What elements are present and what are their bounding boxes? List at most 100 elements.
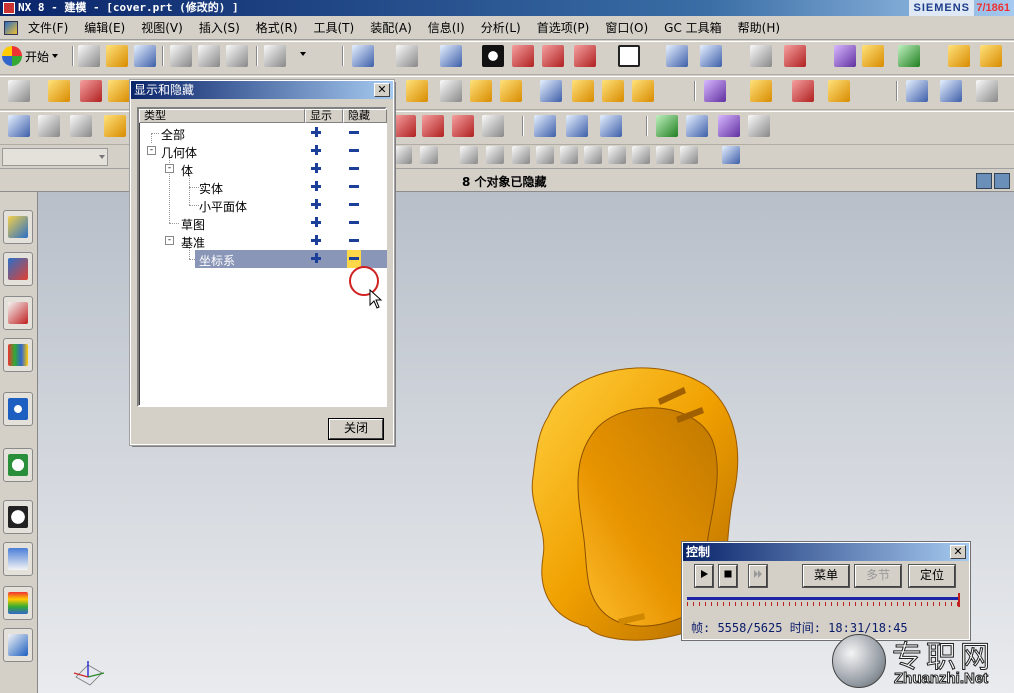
web-browser-tab[interactable] — [3, 392, 33, 426]
part-navigator-icon[interactable] — [482, 115, 504, 137]
clock-tab[interactable] — [3, 500, 33, 534]
tree-row-solid-body[interactable]: 实体 — [139, 178, 387, 196]
copy-icon[interactable] — [198, 45, 220, 67]
analysis-icon[interactable] — [862, 45, 884, 67]
tree-row-body[interactable]: - 体 — [139, 160, 387, 178]
filter-icon[interactable] — [394, 146, 412, 164]
sew-icon[interactable] — [602, 80, 624, 102]
fit-view-icon[interactable] — [352, 45, 374, 67]
ob-icon[interactable] — [452, 115, 474, 137]
cut-icon[interactable] — [170, 45, 192, 67]
offset-face-icon[interactable] — [540, 80, 562, 102]
hide-minus-icon[interactable] — [347, 196, 361, 214]
selection-filter-dropdown[interactable] — [2, 148, 108, 166]
playback-slider[interactable] — [687, 593, 963, 607]
play-icon[interactable] — [898, 45, 920, 67]
draft-icon[interactable] — [980, 45, 1002, 67]
point-icon[interactable] — [8, 115, 30, 137]
multi-step-button[interactable]: 多节 — [854, 564, 902, 588]
snap-endpoint-icon[interactable] — [460, 146, 478, 164]
expression-icon[interactable] — [394, 115, 416, 137]
skip-button[interactable] — [748, 564, 768, 588]
process-studio-tab[interactable] — [3, 628, 33, 662]
hide-minus-icon[interactable] — [347, 160, 361, 178]
gb-icon[interactable] — [422, 115, 444, 137]
paste-icon[interactable] — [226, 45, 248, 67]
chamfer-icon[interactable] — [440, 80, 462, 102]
undo-dropdown-icon[interactable] — [300, 52, 306, 56]
wcs-icon[interactable] — [784, 45, 806, 67]
hide-minus-icon[interactable] — [347, 250, 361, 268]
dialog-title-bar[interactable]: 显示和隐藏 — [131, 81, 393, 99]
column-type[interactable]: 类型 — [139, 109, 305, 123]
revolve-icon[interactable] — [80, 80, 102, 102]
start-button[interactable]: 开始 — [2, 45, 59, 67]
move-layer-icon[interactable] — [700, 45, 722, 67]
section-view-icon[interactable] — [512, 45, 534, 67]
menu-assembly[interactable]: 装配(A) — [362, 19, 420, 36]
tree-row-coordinate-system[interactable]: 坐标系 — [195, 250, 387, 268]
collapse-icon[interactable]: - — [147, 146, 156, 155]
snap-body-icon[interactable] — [722, 146, 740, 164]
snap-center-icon[interactable] — [584, 146, 602, 164]
column-show[interactable]: 显示 — [305, 109, 343, 123]
menu-button[interactable]: 菜单 — [802, 564, 850, 588]
clip-view-icon[interactable] — [574, 45, 596, 67]
shaded-cube-icon[interactable] — [440, 45, 462, 67]
snap-quadrant-icon[interactable] — [608, 146, 626, 164]
control-title-bar[interactable]: 控制 — [683, 543, 969, 561]
background-icon[interactable] — [482, 45, 504, 67]
tool-icon[interactable] — [600, 115, 622, 137]
menu-window[interactable]: 窗口(O) — [597, 19, 656, 36]
hide-minus-icon[interactable] — [347, 142, 361, 160]
unite-icon[interactable] — [704, 80, 726, 102]
edge-blend-icon[interactable] — [406, 80, 428, 102]
table-icon[interactable] — [718, 115, 740, 137]
system-materials-tab[interactable] — [3, 542, 33, 576]
pencil-icon[interactable] — [104, 115, 126, 137]
constraint-navigator-tab[interactable] — [3, 252, 33, 286]
hide-minus-icon[interactable] — [347, 232, 361, 250]
menu-edit[interactable]: 编辑(E) — [76, 19, 133, 36]
spring-icon[interactable] — [566, 115, 588, 137]
slider-thumb[interactable] — [958, 593, 960, 607]
app-menu-icon[interactable] — [4, 20, 18, 35]
replace-face-icon[interactable] — [828, 80, 850, 102]
layer-stack-icon[interactable] — [38, 115, 60, 137]
hide-minus-icon[interactable] — [347, 178, 361, 196]
sketch-icon[interactable] — [8, 80, 30, 102]
rectangle-select-icon[interactable] — [420, 146, 438, 164]
view-window-icon[interactable] — [994, 173, 1010, 189]
locate-button[interactable]: 定位 — [908, 564, 956, 588]
shell-icon[interactable] — [470, 80, 492, 102]
menu-file[interactable]: 文件(F) — [20, 19, 76, 36]
menu-analysis[interactable]: 分析(L) — [473, 19, 529, 36]
boss-icon[interactable] — [108, 80, 130, 102]
snap-line-icon[interactable] — [512, 146, 530, 164]
snap-intersection-icon[interactable] — [656, 146, 674, 164]
close-icon[interactable]: ✕ — [950, 545, 966, 559]
layer-icon[interactable] — [666, 45, 688, 67]
tree-row-geometry[interactable]: - 几何体 — [139, 142, 387, 160]
render-style-icon[interactable] — [396, 45, 418, 67]
tree-row-facet-body[interactable]: 小平面体 — [139, 196, 387, 214]
through-curves-icon[interactable] — [906, 80, 928, 102]
extrude-icon[interactable] — [48, 80, 70, 102]
undo-icon[interactable] — [264, 45, 286, 67]
collapse-icon[interactable]: - — [165, 236, 174, 245]
thicken-icon[interactable] — [572, 80, 594, 102]
cylinder-icon[interactable] — [534, 115, 556, 137]
snap-arc-icon[interactable] — [560, 146, 578, 164]
color-swatch-icon[interactable] — [618, 45, 640, 67]
play-button[interactable] — [694, 564, 714, 588]
check-icon[interactable] — [656, 115, 678, 137]
reuse-library-tab[interactable] — [3, 338, 33, 372]
patch-icon[interactable] — [632, 80, 654, 102]
tree-row-all[interactable]: 全部 — [139, 124, 387, 142]
menu-tools[interactable]: 工具(T) — [306, 19, 363, 36]
coordinate-icon[interactable] — [748, 115, 770, 137]
stop-button[interactable] — [718, 564, 738, 588]
curve-icon[interactable] — [976, 80, 998, 102]
snap-face-icon[interactable] — [680, 146, 698, 164]
menu-view[interactable]: 视图(V) — [133, 19, 191, 36]
